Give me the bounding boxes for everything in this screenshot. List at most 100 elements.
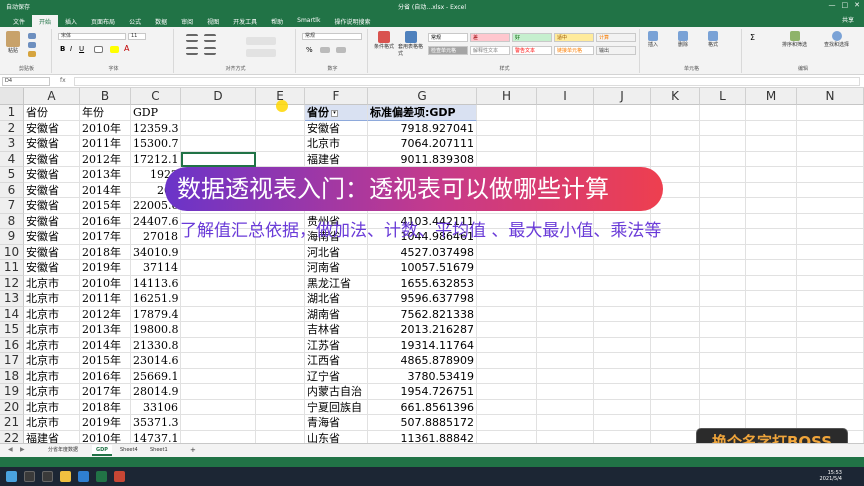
table-cell[interactable]: 北京市 bbox=[24, 322, 80, 338]
table-header-cell[interactable]: GDP bbox=[131, 105, 181, 121]
sheet-scroll-left-icon[interactable]: ◀ bbox=[8, 446, 13, 453]
formula-input[interactable] bbox=[74, 77, 860, 86]
pivot-header-cell[interactable]: 省份 ▾ bbox=[305, 105, 368, 121]
row-header-22[interactable]: 22 bbox=[0, 430, 24, 443]
cell[interactable] bbox=[181, 275, 256, 291]
table-cell[interactable]: 2012年 bbox=[80, 151, 131, 167]
table-cell[interactable]: 2010年 bbox=[80, 430, 131, 443]
cell[interactable] bbox=[651, 244, 700, 260]
cell[interactable] bbox=[594, 151, 651, 167]
pivot-cell[interactable]: 11361.88842 bbox=[368, 430, 477, 443]
table-cell[interactable]: 2019年 bbox=[80, 415, 131, 431]
pivot-cell[interactable]: 河北省 bbox=[305, 244, 368, 260]
table-cell[interactable]: 28014.9 bbox=[131, 384, 181, 400]
cell[interactable] bbox=[651, 120, 700, 136]
table-cell[interactable]: 24407.6 bbox=[131, 213, 181, 229]
table-cell[interactable]: 21330.8 bbox=[131, 337, 181, 353]
cell[interactable] bbox=[700, 105, 746, 121]
cell[interactable] bbox=[651, 322, 700, 338]
table-cell[interactable]: 北京市 bbox=[24, 291, 80, 307]
share-button[interactable]: 共享 bbox=[842, 15, 854, 24]
cell[interactable] bbox=[746, 136, 797, 152]
cell[interactable] bbox=[256, 151, 305, 167]
cell[interactable] bbox=[256, 337, 305, 353]
wrap-text-icon[interactable] bbox=[246, 37, 276, 45]
cell[interactable] bbox=[797, 384, 864, 400]
sort-filter-button[interactable]: 排序和筛选 bbox=[782, 31, 807, 48]
cell[interactable] bbox=[181, 353, 256, 369]
column-header-f[interactable]: F bbox=[305, 88, 368, 105]
tab-help[interactable]: 帮助 bbox=[264, 15, 290, 27]
table-cell[interactable]: 北京市 bbox=[24, 353, 80, 369]
pivot-cell[interactable]: 1954.726751 bbox=[368, 384, 477, 400]
cell[interactable] bbox=[594, 368, 651, 384]
table-cell[interactable]: 安徽省 bbox=[24, 260, 80, 276]
cell[interactable] bbox=[746, 306, 797, 322]
cell[interactable] bbox=[700, 182, 746, 198]
cell[interactable] bbox=[746, 244, 797, 260]
cell[interactable] bbox=[537, 260, 594, 276]
cell[interactable] bbox=[594, 399, 651, 415]
row-header-2[interactable]: 2 bbox=[0, 120, 24, 136]
cell[interactable] bbox=[594, 306, 651, 322]
cell[interactable] bbox=[181, 260, 256, 276]
column-header-b[interactable]: B bbox=[80, 88, 131, 105]
table-cell[interactable]: 2016年 bbox=[80, 368, 131, 384]
table-cell[interactable]: 2017年 bbox=[80, 229, 131, 245]
cell[interactable] bbox=[537, 244, 594, 260]
cell-style-option[interactable]: 链接单元格 bbox=[554, 46, 594, 55]
cell[interactable] bbox=[477, 415, 537, 431]
row-header-16[interactable]: 16 bbox=[0, 337, 24, 353]
cell[interactable] bbox=[181, 337, 256, 353]
column-header-n[interactable]: N bbox=[797, 88, 864, 105]
cell[interactable] bbox=[477, 306, 537, 322]
cell[interactable] bbox=[537, 399, 594, 415]
font-size-select[interactable]: 11 bbox=[128, 33, 146, 40]
pivot-cell[interactable]: 黑龙江省 bbox=[305, 275, 368, 291]
conditional-format-button[interactable]: 条件格式 bbox=[372, 31, 396, 50]
cell[interactable] bbox=[651, 136, 700, 152]
cell[interactable] bbox=[651, 337, 700, 353]
browser-icon[interactable] bbox=[78, 471, 89, 482]
column-header-g[interactable]: G bbox=[368, 88, 477, 105]
pivot-cell[interactable]: 辽宁省 bbox=[305, 368, 368, 384]
pivot-cell[interactable]: 福建省 bbox=[305, 151, 368, 167]
cell[interactable] bbox=[594, 120, 651, 136]
cell[interactable] bbox=[700, 229, 746, 245]
row-header-4[interactable]: 4 bbox=[0, 151, 24, 167]
pivot-cell[interactable]: 3780.53419 bbox=[368, 368, 477, 384]
cell[interactable] bbox=[700, 136, 746, 152]
column-header-j[interactable]: J bbox=[594, 88, 651, 105]
cell[interactable] bbox=[256, 384, 305, 400]
cell[interactable] bbox=[477, 105, 537, 121]
cell[interactable] bbox=[594, 430, 651, 443]
table-header-cell[interactable]: 年份 bbox=[80, 105, 131, 121]
cell[interactable] bbox=[746, 384, 797, 400]
cell[interactable] bbox=[477, 151, 537, 167]
cell-style-option[interactable]: 好 bbox=[512, 33, 552, 42]
cell[interactable] bbox=[477, 353, 537, 369]
table-cell[interactable]: 15300.7 bbox=[131, 136, 181, 152]
pivot-cell[interactable]: 19314.11764 bbox=[368, 337, 477, 353]
cell[interactable] bbox=[181, 399, 256, 415]
table-cell[interactable]: 2010年 bbox=[80, 275, 131, 291]
column-header-h[interactable]: H bbox=[477, 88, 537, 105]
cell[interactable] bbox=[594, 322, 651, 338]
cell[interactable] bbox=[594, 244, 651, 260]
column-header-m[interactable]: M bbox=[746, 88, 797, 105]
column-header-c[interactable]: C bbox=[131, 88, 181, 105]
pivot-cell[interactable]: 9596.637798 bbox=[368, 291, 477, 307]
cell[interactable] bbox=[797, 198, 864, 214]
cell[interactable] bbox=[651, 399, 700, 415]
row-header-21[interactable]: 21 bbox=[0, 415, 24, 431]
cell[interactable] bbox=[256, 399, 305, 415]
cell[interactable] bbox=[651, 384, 700, 400]
cell[interactable] bbox=[746, 368, 797, 384]
tab-insert[interactable]: 插入 bbox=[58, 15, 84, 27]
format-painter-icon[interactable] bbox=[28, 51, 36, 57]
cell[interactable] bbox=[594, 275, 651, 291]
table-cell[interactable]: 2018年 bbox=[80, 244, 131, 260]
pivot-cell[interactable]: 河南省 bbox=[305, 260, 368, 276]
tab-file[interactable]: 文件 bbox=[6, 15, 32, 27]
table-cell[interactable]: 安徽省 bbox=[24, 198, 80, 214]
